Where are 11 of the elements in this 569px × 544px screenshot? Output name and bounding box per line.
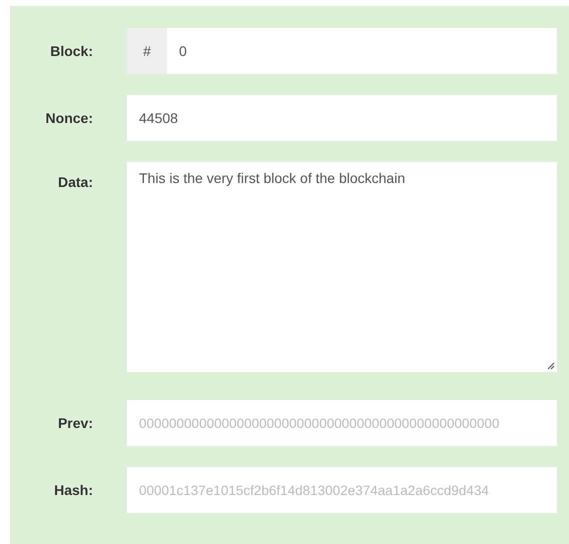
field-label: Nonce: (44, 110, 93, 126)
text-area-value: This is the very first block of the blockchain (139, 170, 406, 186)
field-label: Prev: (56, 415, 93, 431)
text-area[interactable]: This is the very first block of the blockchain (127, 162, 557, 372)
input-field[interactable]: 0 (167, 28, 557, 74)
input-prefix: # (127, 28, 167, 74)
resize-handle-icon[interactable] (545, 360, 555, 370)
field-label: Block: (49, 43, 93, 59)
field-label: Data: (56, 173, 93, 190)
input-field[interactable]: 44508 (127, 95, 557, 141)
field-label: Hash: (53, 482, 93, 498)
